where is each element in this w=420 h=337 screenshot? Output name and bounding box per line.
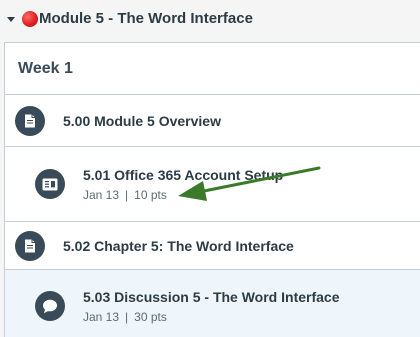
points: 30 pts [134,309,167,324]
due-date: Jan 13 [83,187,120,202]
item-title-link[interactable]: 5.03 Discussion 5 - The Word Interface [83,289,339,305]
item-meta: Jan 13 | 30 pts [83,310,339,324]
item-title-link[interactable]: 5.02 Chapter 5: The Word Interface [63,238,294,254]
module-title: Module 5 - The Word Interface [39,10,253,27]
discussion-icon [35,291,65,321]
item-title-link[interactable]: 5.01 Office 365 Account Setup [83,167,283,183]
module-items-panel: Week 1 5.00 Module 5 Overview 5.01 Offic… [4,42,420,337]
due-date: Jan 13 [83,309,120,324]
document-icon [15,105,45,136]
module-item-discussion[interactable]: 5.03 Discussion 5 - The Word Interface J… [5,270,420,337]
module-item-account-setup[interactable]: 5.01 Office 365 Account Setup Jan 13 | 10 … [5,147,420,222]
week-header: Week 1 [5,43,420,95]
points: 10 pts [134,187,167,202]
document-icon [15,230,45,261]
item-title-link[interactable]: 5.00 Module 5 Overview [63,113,221,129]
module-item-chapter[interactable]: 5.02 Chapter 5: The Word Interface [5,222,420,270]
module-item-overview[interactable]: 5.00 Module 5 Overview [5,95,420,147]
week-title: Week 1 [18,59,73,77]
status-dot-icon [22,10,38,27]
caret-down-icon[interactable] [6,14,16,24]
meta-separator: | [125,187,129,202]
meta-separator: | [125,309,129,324]
item-meta: Jan 13 | 10 pts [83,188,283,202]
assignment-icon [35,169,65,199]
module-header[interactable]: Module 5 - The Word Interface [0,0,420,37]
